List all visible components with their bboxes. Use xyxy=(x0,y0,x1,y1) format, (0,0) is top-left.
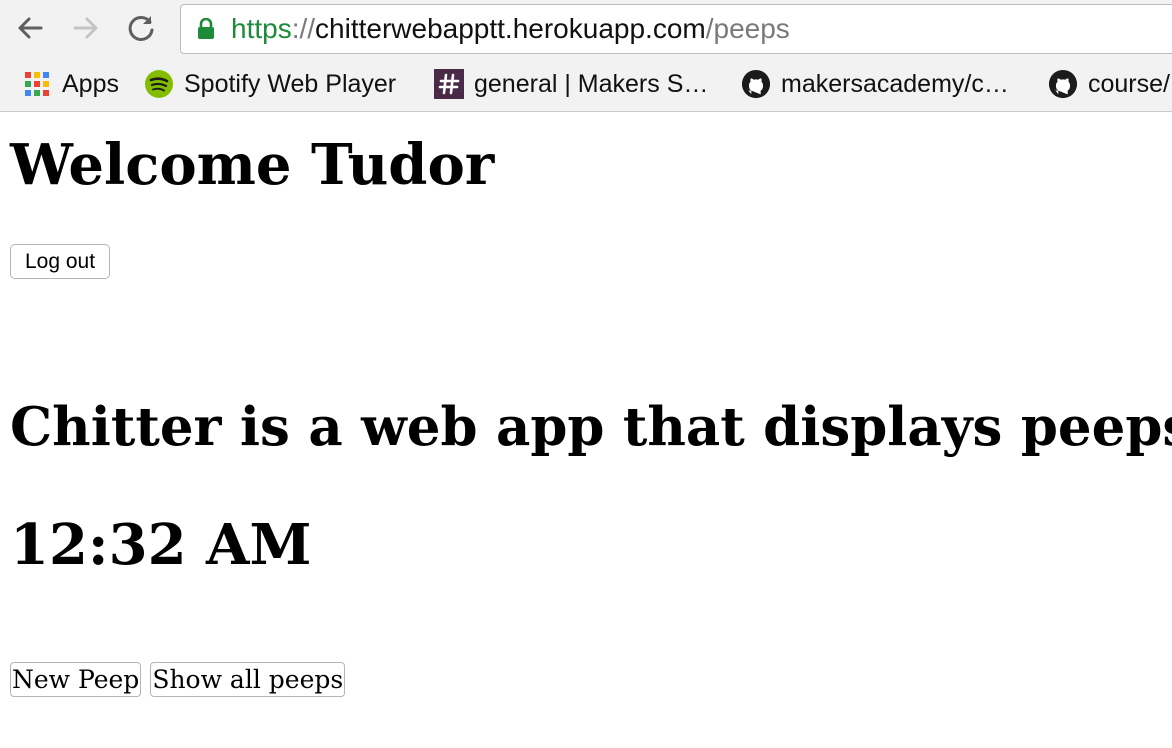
url-scheme: https xyxy=(231,13,292,44)
url-path: /peeps xyxy=(705,13,790,44)
lock-icon xyxy=(198,18,214,39)
spotify-icon xyxy=(144,69,174,99)
address-bar[interactable]: https://chitterwebapptt.herokuapp.com/pe… xyxy=(180,4,1172,54)
reload-icon xyxy=(128,15,154,41)
tagline-heading: Chitter is a web app that displays peeps… xyxy=(10,396,1172,458)
url-text: https://chitterwebapptt.herokuapp.com/pe… xyxy=(231,5,790,53)
bookmark-spotify[interactable]: Spotify Web Player xyxy=(144,62,396,106)
back-button[interactable] xyxy=(10,8,50,48)
bookmark-github-makersacademy[interactable]: makersacademy/c… xyxy=(741,62,1009,106)
arrow-left-icon xyxy=(18,17,43,39)
github-icon xyxy=(1048,69,1078,99)
arrow-right-icon xyxy=(73,17,98,39)
new-peep-button[interactable]: New Peep xyxy=(10,662,142,697)
bookmark-label: Spotify Web Player xyxy=(184,69,397,98)
bookmark-apps[interactable]: Apps xyxy=(22,62,119,106)
show-all-peeps-button[interactable]: Show all peeps xyxy=(150,662,346,697)
forward-button[interactable] xyxy=(66,8,106,48)
bookmark-label: general | Makers S… xyxy=(474,69,709,98)
reload-button[interactable] xyxy=(121,8,161,48)
bookmark-slack-general[interactable]: general | Makers S… xyxy=(434,62,708,106)
url-host: chitterwebapptt.herokuapp.com xyxy=(315,13,706,44)
bookmark-github-course[interactable]: course/ xyxy=(1048,62,1170,106)
log-out-button[interactable]: Log out xyxy=(10,244,111,279)
bookmark-label: makersacademy/c… xyxy=(781,69,1009,98)
bookmarks-bar: Apps Spotify Web Player general | Makers… xyxy=(0,62,1172,106)
bookmark-label: Apps xyxy=(62,69,119,98)
peep-actions: New Peep Show all peeps xyxy=(10,662,346,697)
slack-hash-icon xyxy=(434,69,464,99)
page-content: Welcome Tudor Log out Chitter is a web a… xyxy=(0,112,1172,748)
time-heading: 12:32 AM xyxy=(10,512,312,578)
apps-grid-icon xyxy=(22,69,52,99)
welcome-heading: Welcome Tudor xyxy=(10,132,495,198)
browser-chrome: https://chitterwebapptt.herokuapp.com/pe… xyxy=(0,0,1172,112)
url-separator: :// xyxy=(291,13,316,44)
github-icon xyxy=(741,69,771,99)
bookmark-label: course/ xyxy=(1088,69,1170,98)
